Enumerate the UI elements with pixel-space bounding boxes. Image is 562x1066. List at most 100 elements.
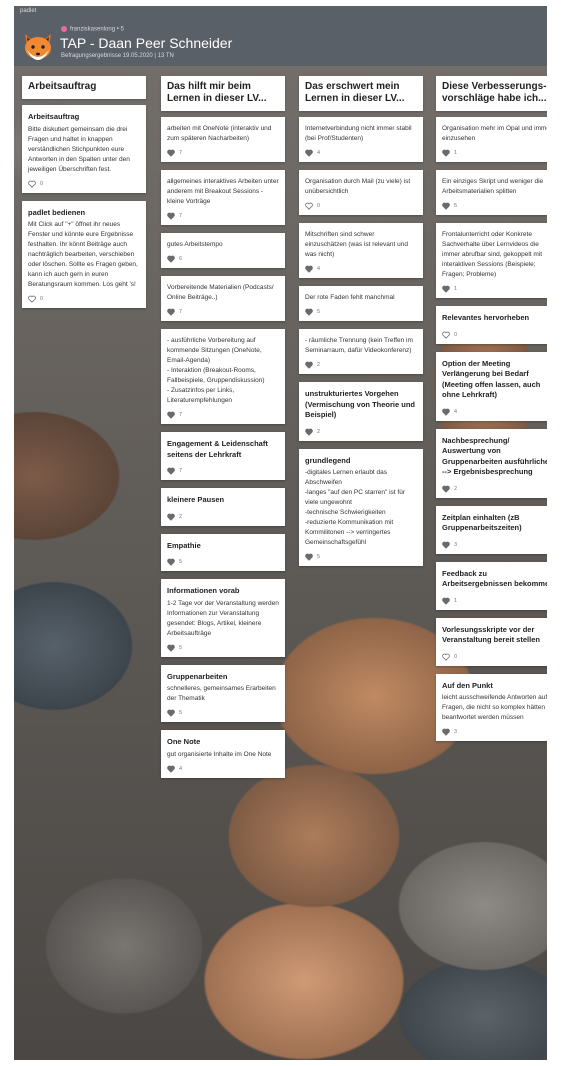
post-body: Informationen vorab 1-2 Tage vor der Vera…: [161, 579, 285, 642]
post-body: Engagement & Leidenschaft seitens der Le…: [161, 432, 285, 465]
post-card[interactable]: Vorlesungsskripte vor der Veranstaltung …: [436, 617, 547, 666]
post-card[interactable]: Relevantes hervorheben 0: [436, 306, 547, 344]
post-body: Der rote Faden fehlt manchmal: [299, 286, 423, 306]
post-card[interactable]: Vorbereitende Materialien (Podcasts/ Onl…: [161, 276, 285, 321]
post-card[interactable]: Gruppenarbeiten schnelleres, gemeinsames …: [161, 664, 285, 722]
column-erschwert: Das erschwert mein Lernen in dieser LV..…: [299, 76, 423, 574]
post-card[interactable]: padlet bedienen Mit Click auf "+" öffnet …: [22, 200, 146, 308]
post-card[interactable]: kleinere Pausen 2: [161, 488, 285, 526]
post-card[interactable]: grundlegend -digitales Lernen erlaubt das…: [299, 448, 423, 566]
heart-icon[interactable]: [167, 709, 175, 717]
post-card[interactable]: Option der Meeting Verlängerung bei Beda…: [436, 351, 547, 421]
heart-icon[interactable]: [167, 467, 175, 475]
heart-icon[interactable]: [442, 149, 450, 157]
post-text: -digitales Lernen erlaubt das Abschweife…: [305, 469, 405, 546]
post-card[interactable]: Empathie 5: [161, 533, 285, 571]
heart-icon[interactable]: [167, 513, 175, 521]
post-card[interactable]: Engagement & Leidenschaft seitens der Le…: [161, 432, 285, 480]
column-title[interactable]: Das hilft mir beim Lernen in dieser LV..…: [161, 76, 285, 111]
like-count: 5: [179, 710, 183, 716]
heart-icon[interactable]: [442, 597, 450, 605]
post-card[interactable]: gutes Arbeitstempo 6: [161, 233, 285, 268]
post-card[interactable]: Internetverbindung nicht immer stabil (b…: [299, 117, 423, 162]
like-count: 0: [317, 203, 321, 209]
like-count: 4: [454, 408, 458, 415]
heart-icon[interactable]: [167, 411, 175, 419]
post-body: Vorbereitende Materialien (Podcasts/ Onl…: [161, 276, 285, 306]
post-card[interactable]: Feedback zu Arbeitsergebnissen bekommen 1: [436, 561, 547, 610]
post-card[interactable]: Nachbesprechung/ Auswertung von Gruppena…: [436, 428, 547, 498]
post-card[interactable]: Auf den Punkt leicht ausschweifende Antwo…: [436, 673, 547, 741]
post-body: Internetverbindung nicht immer stabil (b…: [299, 117, 423, 147]
post-card[interactable]: Mitschriften sind schwer einzuschätzen (…: [299, 223, 423, 278]
heart-icon[interactable]: [442, 485, 450, 493]
post-reactions: 2: [161, 511, 285, 526]
post-title: Arbeitsauftrag: [28, 112, 80, 121]
post-card[interactable]: unstrukturiertes Vorgehen (Vermischung v…: [299, 382, 423, 441]
post-card[interactable]: - ausführliche Vorbereitung auf kommende…: [161, 329, 285, 424]
like-count: 5: [454, 203, 458, 209]
column-title[interactable]: Das erschwert mein Lernen in dieser LV..…: [299, 76, 423, 111]
post-text: leicht ausschweifende Antworten auf Frag…: [442, 694, 547, 721]
heart-icon[interactable]: [167, 255, 175, 263]
column-arbeitsauftrag: Arbeitsauftrag Arbeitsauftrag Bitte disku…: [22, 76, 146, 316]
post-card[interactable]: Ein einziges Skript und weniger die Arbe…: [436, 170, 547, 215]
post-title: Informationen vorab: [167, 586, 240, 595]
post-title: Auf den Punkt: [442, 680, 493, 690]
post-title: Vorlesungsskripte vor der Veranstaltung …: [442, 624, 540, 645]
heart-icon[interactable]: [167, 149, 175, 157]
post-card[interactable]: Frontalunterricht oder Konkrete Sachverh…: [436, 223, 547, 298]
heart-icon[interactable]: [305, 361, 313, 369]
like-count: 5: [179, 644, 183, 651]
post-card[interactable]: Arbeitsauftrag Bitte diskutiert gemeinsam…: [22, 105, 146, 193]
heart-icon[interactable]: [167, 558, 175, 566]
post-card[interactable]: Zeitplan einhalten (zB Gruppenarbeitszei…: [436, 505, 547, 554]
post-card[interactable]: - räumliche Trennung (kein Treffen im Se…: [299, 329, 423, 374]
heart-icon[interactable]: [167, 308, 175, 316]
heart-icon[interactable]: [442, 331, 450, 339]
fox-avatar-icon[interactable]: [22, 30, 54, 62]
heart-icon[interactable]: [442, 653, 450, 661]
like-count: 2: [317, 362, 321, 368]
post-body: padlet bedienen Mit Click auf "+" öffnet …: [22, 201, 146, 294]
post-reactions: 6: [161, 253, 285, 268]
heart-icon[interactable]: [305, 553, 313, 561]
post-card[interactable]: Informationen vorab 1-2 Tage vor der Vera…: [161, 579, 285, 657]
heart-icon[interactable]: [442, 408, 450, 416]
column-title[interactable]: Diese Verbesserungs-vorschläge habe ich.…: [436, 76, 547, 111]
post-card[interactable]: Der rote Faden fehlt manchmal 5: [299, 286, 423, 321]
post-card[interactable]: One Note gut organisierte Inhalte im One …: [161, 730, 285, 778]
post-card[interactable]: Organisation durch Mail (zu viele) ist u…: [299, 170, 423, 215]
column-title[interactable]: Arbeitsauftrag: [22, 76, 146, 99]
post-reactions: 7: [161, 147, 285, 162]
post-reactions: 7: [161, 306, 285, 321]
heart-icon[interactable]: [442, 202, 450, 210]
heart-icon[interactable]: [167, 765, 175, 773]
heart-icon[interactable]: [305, 265, 313, 273]
heart-icon[interactable]: [167, 212, 175, 220]
post-reactions: 3: [436, 726, 547, 741]
post-text: Internetverbindung nicht immer stabil (b…: [305, 125, 412, 142]
post-reactions: 5: [299, 551, 423, 566]
post-reactions: 4: [436, 406, 547, 421]
heart-icon[interactable]: [442, 285, 450, 293]
heart-icon[interactable]: [28, 295, 36, 303]
post-body: Empathie: [161, 534, 285, 557]
like-count: 0: [40, 180, 44, 187]
heart-icon[interactable]: [28, 180, 36, 188]
heart-icon[interactable]: [442, 541, 450, 549]
heart-icon[interactable]: [305, 202, 313, 210]
heart-icon[interactable]: [167, 644, 175, 652]
heart-icon[interactable]: [305, 149, 313, 157]
post-card[interactable]: allgemeines interaktives Arbeiten unter …: [161, 170, 285, 225]
heart-icon[interactable]: [305, 308, 313, 316]
heart-icon[interactable]: [305, 428, 313, 436]
post-title: Empathie: [167, 540, 201, 550]
board-title: TAP - Daan Peer Schneider: [60, 35, 233, 51]
like-count: 0: [40, 296, 44, 302]
post-card[interactable]: Organisation mehr im Opal und immer einz…: [436, 117, 547, 162]
post-text: allgemeines interaktives Arbeiten unter …: [167, 178, 279, 205]
post-title: kleinere Pausen: [167, 495, 225, 504]
post-card[interactable]: arbeiten mit OneNote (interaktiv und zum…: [161, 117, 285, 162]
heart-icon[interactable]: [442, 728, 450, 736]
